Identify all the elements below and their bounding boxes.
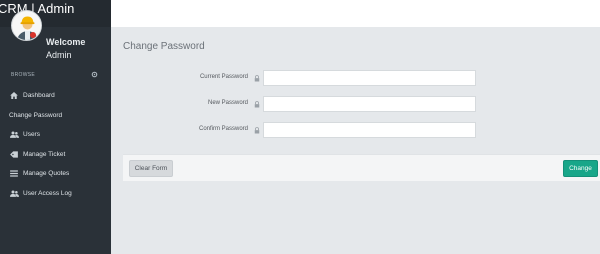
list-icon (9, 170, 19, 177)
home-icon (9, 92, 19, 100)
lock-icon (252, 99, 262, 109)
users-icon (9, 131, 19, 139)
sidebar-item-label: Users (23, 131, 40, 139)
sidebar-item-change-password[interactable]: Change Password (0, 106, 111, 126)
form-footer: Clear Form Change (123, 154, 600, 181)
page-title: Change Password (123, 41, 205, 52)
sidebar-item-label: Manage Ticket (23, 150, 66, 158)
top-bar (111, 0, 600, 27)
tag-icon (9, 151, 19, 158)
sidebar-item-label: Manage Quotes (23, 170, 70, 178)
current-password-row: Current Password (111, 70, 600, 86)
welcome-text: Welcome (46, 37, 86, 47)
sidebar-item-label: Change Password (9, 111, 63, 119)
sidebar-item-label: Dashboard (23, 92, 55, 100)
gear-icon[interactable] (91, 71, 98, 80)
main-content: Change Password Current Password New Pas… (111, 27, 600, 254)
user-name: Admin (46, 50, 72, 60)
sidebar-item-users[interactable]: Users (0, 125, 111, 145)
clear-form-button[interactable]: Clear Form (129, 160, 173, 177)
sidebar-item-manage-ticket[interactable]: Manage Ticket (0, 145, 111, 165)
confirm-password-input[interactable] (263, 122, 476, 138)
sidebar: CRM | Admin Welcome Admin BROWSE Dashboa… (0, 0, 111, 254)
sidebar-item-dashboard[interactable]: Dashboard (0, 86, 111, 106)
new-password-input[interactable] (263, 96, 476, 112)
current-password-input[interactable] (263, 70, 476, 86)
users-icon (9, 190, 19, 197)
avatar[interactable] (11, 10, 42, 41)
confirm-password-row: Confirm Password (111, 122, 600, 138)
sidebar-item-label: User Access Log (23, 189, 72, 197)
sidebar-item-manage-quotes[interactable]: Manage Quotes (0, 164, 111, 184)
browse-label: BROWSE (11, 72, 36, 78)
confirm-password-label: Confirm Password (198, 126, 248, 132)
current-password-label: Current Password (199, 74, 248, 80)
change-button[interactable]: Change (563, 160, 598, 177)
lock-icon (252, 73, 262, 83)
sidebar-item-user-access-log[interactable]: User Access Log (0, 184, 111, 204)
new-password-label: New Password (207, 100, 248, 106)
new-password-row: New Password (111, 96, 600, 112)
lock-icon (252, 125, 262, 135)
sidebar-nav: Dashboard Change Password Users Manage T… (0, 86, 111, 203)
